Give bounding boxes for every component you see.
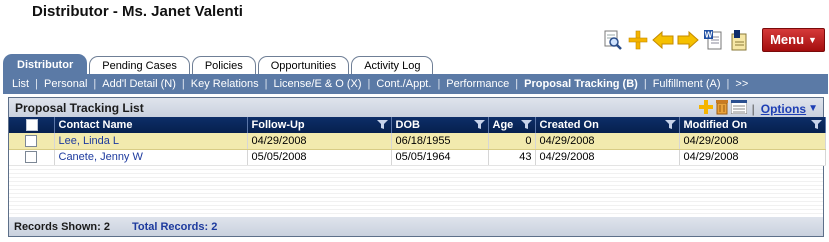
trash-icon[interactable] <box>715 99 729 118</box>
table-row[interactable]: Lee, Linda L 04/29/2008 06/18/1955 0 04/… <box>9 133 826 150</box>
panel-actions: | Options ▼ <box>698 99 818 118</box>
subnav-separator: | <box>181 78 185 90</box>
menu-button-label: Menu <box>770 32 805 47</box>
forward-arrow-icon[interactable] <box>677 29 699 51</box>
column-header-created-on[interactable]: Created On <box>535 117 680 133</box>
row-select-cell <box>9 133 55 150</box>
tab-policies[interactable]: Policies <box>191 56 256 74</box>
dob-cell: 06/18/1955 <box>391 133 489 150</box>
panel-footer: Records Shown: 2 Total Records: 2 <box>9 217 823 236</box>
follow-up-cell: 04/29/2008 <box>247 133 392 150</box>
column-header-label: Contact Name <box>58 119 133 131</box>
subnav-more[interactable]: >> <box>735 78 748 90</box>
column-header-label: Age <box>492 119 514 131</box>
panel-title: Proposal Tracking List <box>15 100 144 115</box>
subnav-separator: | <box>726 78 730 90</box>
menu-button[interactable]: Menu ▼ <box>762 27 825 52</box>
row-checkbox[interactable] <box>25 134 37 147</box>
table-header-row: Contact Name Follow-Up DOB Age Created O… <box>9 117 826 133</box>
modified-on-cell: 04/29/2008 <box>679 149 826 166</box>
subnav-fulfillment[interactable]: Fulfillment (A) <box>653 78 721 90</box>
select-all-checkbox[interactable] <box>26 119 38 132</box>
add-icon[interactable] <box>698 100 713 117</box>
created-on-cell: 04/29/2008 <box>535 133 680 150</box>
created-on-cell: 04/29/2008 <box>535 149 680 166</box>
subnav-separator: | <box>437 78 441 90</box>
subnav-separator: | <box>367 78 371 90</box>
table-row[interactable]: Canete, Jenny W 05/05/2008 05/05/1964 43… <box>9 149 826 166</box>
subnav-separator: | <box>93 78 97 90</box>
column-header-label: Modified On <box>683 119 748 131</box>
tab-opportunities[interactable]: Opportunities <box>257 56 350 74</box>
toolbar: W Menu ▼ <box>602 27 825 52</box>
age-cell: 43 <box>488 149 536 166</box>
list-view-icon[interactable] <box>730 99 748 117</box>
back-arrow-icon[interactable] <box>652 29 674 51</box>
column-header-dob[interactable]: DOB <box>391 117 489 133</box>
page-title: Distributor - Ms. Janet Valenti <box>32 3 243 20</box>
proposal-tracking-panel: Proposal Tracking List | Options ▼ Conta… <box>8 97 826 237</box>
follow-up-cell: 05/05/2008 <box>247 149 392 166</box>
total-records: Total Records: 2 <box>131 220 218 233</box>
column-header-label: DOB <box>395 119 420 131</box>
select-all-header <box>9 117 55 133</box>
chevron-down-icon: ▼ <box>808 34 817 45</box>
subnav-separator: | <box>515 78 519 90</box>
sub-navigation: List | Personal | Add'l Detail (N) | Key… <box>3 74 828 94</box>
column-header-label: Follow-Up <box>251 119 305 131</box>
contact-name-cell[interactable]: Lee, Linda L <box>54 133 248 150</box>
subnav-separator: | <box>264 78 268 90</box>
subnav-proposal-tracking[interactable]: Proposal Tracking (B) <box>524 78 638 90</box>
dob-cell: 05/05/1964 <box>391 149 489 166</box>
contact-name-cell[interactable]: Canete, Jenny W <box>54 149 248 166</box>
tab-bar: Distributor Pending Cases Policies Oppor… <box>3 54 434 74</box>
filter-icon[interactable] <box>664 119 676 133</box>
row-checkbox[interactable] <box>25 151 37 164</box>
subnav-key-relations[interactable]: Key Relations <box>191 78 259 90</box>
modified-on-cell: 04/29/2008 <box>679 133 826 150</box>
subnav-separator: | <box>643 78 647 90</box>
proposal-table: Contact Name Follow-Up DOB Age Created O… <box>9 117 826 166</box>
column-header-label: Created On <box>539 119 599 131</box>
empty-grid-area <box>9 166 823 216</box>
column-header-follow-up[interactable]: Follow-Up <box>247 117 392 133</box>
tab-pending-cases[interactable]: Pending Cases <box>89 56 190 74</box>
subnav-license[interactable]: License/E & O (X) <box>273 78 361 90</box>
panel-header: Proposal Tracking List | Options ▼ <box>9 98 823 117</box>
chevron-down-icon: ▼ <box>808 103 818 114</box>
subnav-addl-detail[interactable]: Add'l Detail (N) <box>102 78 176 90</box>
records-shown: Records Shown: 2 <box>14 220 110 233</box>
options-link[interactable]: Options <box>761 102 806 116</box>
tab-activity-log[interactable]: Activity Log <box>351 56 434 74</box>
filter-icon[interactable] <box>520 119 532 133</box>
options-separator: | <box>751 101 755 116</box>
subnav-separator: | <box>35 78 38 90</box>
row-select-cell <box>9 149 55 166</box>
filter-icon[interactable] <box>473 119 485 133</box>
subnav-list[interactable]: List <box>12 78 29 90</box>
filter-icon[interactable] <box>376 119 388 133</box>
add-icon[interactable] <box>627 29 649 51</box>
subnav-cont-appt[interactable]: Cont./Appt. <box>376 78 431 90</box>
subnav-performance[interactable]: Performance <box>446 78 509 90</box>
filter-icon[interactable] <box>810 119 822 133</box>
word-document-icon[interactable]: W <box>702 29 724 51</box>
svg-text:W: W <box>705 30 713 39</box>
column-header-age[interactable]: Age <box>488 117 536 133</box>
tab-distributor[interactable]: Distributor <box>3 54 88 74</box>
column-header-modified-on[interactable]: Modified On <box>679 117 826 133</box>
age-cell: 0 <box>488 133 536 150</box>
column-header-contact-name[interactable]: Contact Name <box>54 117 248 133</box>
pdf-document-icon[interactable] <box>727 29 749 51</box>
subnav-personal[interactable]: Personal <box>44 78 87 90</box>
search-document-icon[interactable] <box>602 29 624 51</box>
